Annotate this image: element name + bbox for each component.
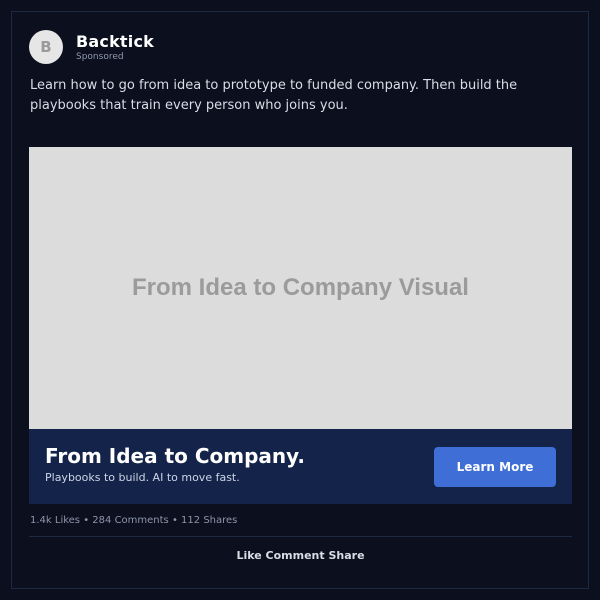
post-header: B Backtick Sponsored <box>29 30 154 64</box>
avatar[interactable]: B <box>29 30 63 64</box>
divider <box>29 536 572 537</box>
cta-title: From Idea to Company. <box>45 444 305 468</box>
stats-separator: • <box>168 515 182 526</box>
learn-more-button[interactable]: Learn More <box>434 447 556 487</box>
brand-info: Backtick Sponsored <box>76 32 154 63</box>
comments-count[interactable]: 284 Comments <box>92 515 168 526</box>
engagement-stats: 1.4k Likes • 284 Comments • 112 Shares <box>30 514 237 528</box>
cta-subtitle: Playbooks to build. AI to move fast. <box>45 471 240 484</box>
likes-count[interactable]: 1.4k Likes <box>30 515 80 526</box>
avatar-letter: B <box>40 38 52 56</box>
sponsored-label: Sponsored <box>76 51 124 62</box>
stats-separator: • <box>80 515 93 526</box>
post-actions: Like Comment Share <box>29 548 572 564</box>
like-button[interactable]: Like <box>236 549 261 562</box>
shares-count[interactable]: 112 Shares <box>181 515 237 526</box>
media-placeholder-label: From Idea to Company Visual <box>132 274 469 301</box>
post-media[interactable]: From Idea to Company Visual <box>29 147 572 429</box>
post-body-text: Learn how to go from idea to prototype t… <box>30 78 518 113</box>
comment-button[interactable]: Comment <box>266 549 325 562</box>
cta-bar: From Idea to Company. Playbooks to build… <box>29 429 572 504</box>
share-button[interactable]: Share <box>329 549 365 562</box>
brand-name[interactable]: Backtick <box>76 32 154 51</box>
sponsored-post-card: B Backtick Sponsored Learn how to go fro… <box>11 11 589 589</box>
